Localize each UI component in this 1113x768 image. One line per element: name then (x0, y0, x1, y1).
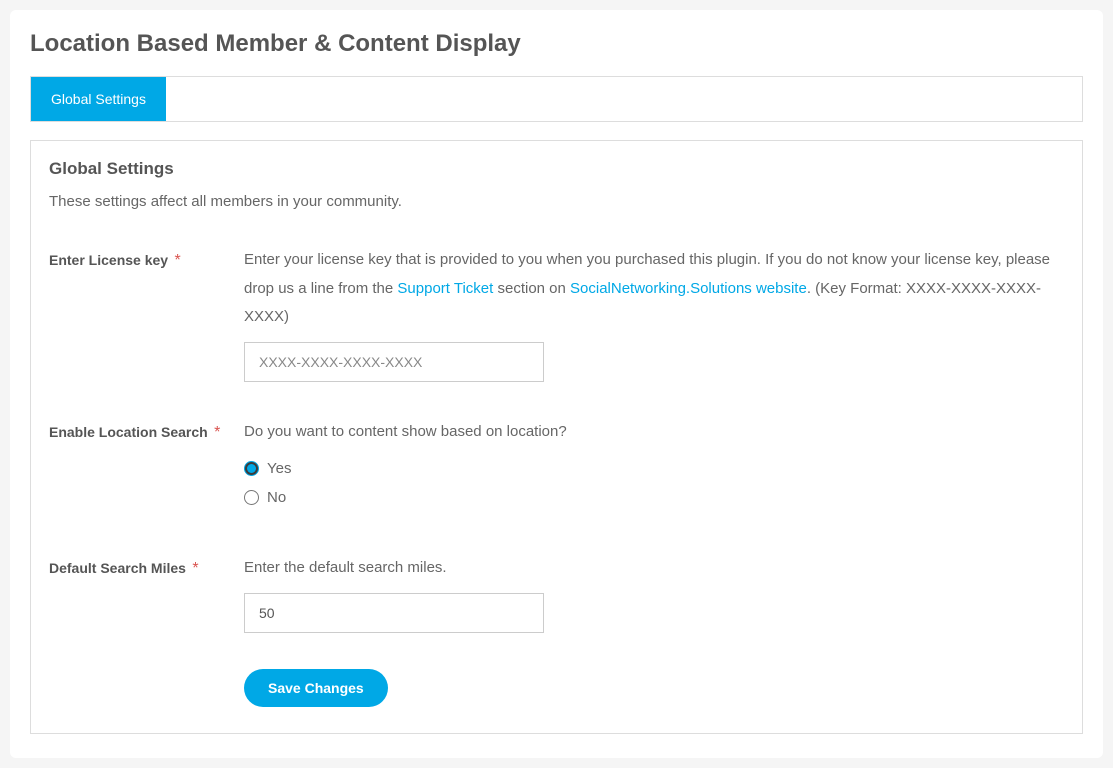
save-button[interactable]: Save Changes (244, 669, 388, 707)
radio-no[interactable]: No (244, 489, 1064, 506)
field-col: Enter your license key that is provided … (244, 246, 1064, 382)
enable-location-radio-group: Yes No (244, 460, 1064, 506)
desc-text: section on (493, 280, 570, 297)
default-miles-label: Default Search Miles (49, 560, 186, 576)
tab-global-settings[interactable]: Global Settings (31, 77, 166, 121)
support-ticket-link[interactable]: Support Ticket (397, 280, 493, 297)
admin-settings-container: Location Based Member & Content Display … (10, 10, 1103, 758)
enable-location-label: Enable Location Search (49, 424, 208, 440)
required-asterisk-icon: * (192, 560, 198, 577)
label-col: Enter License key * (49, 246, 244, 270)
row-default-miles: Default Search Miles * Enter the default… (49, 554, 1064, 633)
page-title: Location Based Member & Content Display (30, 30, 1083, 58)
radio-yes[interactable]: Yes (244, 460, 1064, 477)
field-col: Enter the default search miles. (244, 554, 1064, 633)
row-license-key: Enter License key * Enter your license k… (49, 246, 1064, 382)
label-col: Enable Location Search * (49, 418, 244, 442)
enable-location-desc: Do you want to content show based on loc… (244, 418, 1064, 447)
radio-yes-input[interactable] (244, 461, 259, 476)
panel-subtext: These settings affect all members in you… (49, 193, 1064, 210)
license-key-input[interactable] (244, 342, 544, 382)
submit-row: Save Changes (49, 669, 1064, 707)
panel-heading: Global Settings (49, 159, 1064, 179)
row-enable-location: Enable Location Search * Do you want to … (49, 418, 1064, 519)
radio-no-input[interactable] (244, 490, 259, 505)
label-col: Default Search Miles * (49, 554, 244, 578)
required-asterisk-icon: * (175, 252, 181, 269)
field-col: Do you want to content show based on loc… (244, 418, 1064, 519)
settings-panel: Global Settings These settings affect al… (30, 140, 1083, 734)
radio-yes-label: Yes (267, 460, 291, 477)
default-miles-desc: Enter the default search miles. (244, 554, 1064, 583)
required-asterisk-icon: * (214, 424, 220, 441)
radio-no-label: No (267, 489, 286, 506)
license-key-label: Enter License key (49, 252, 168, 268)
license-key-desc: Enter your license key that is provided … (244, 246, 1064, 332)
default-miles-input[interactable] (244, 593, 544, 633)
tabs-bar: Global Settings (30, 76, 1083, 122)
sns-website-link[interactable]: SocialNetworking.Solutions website (570, 280, 807, 297)
